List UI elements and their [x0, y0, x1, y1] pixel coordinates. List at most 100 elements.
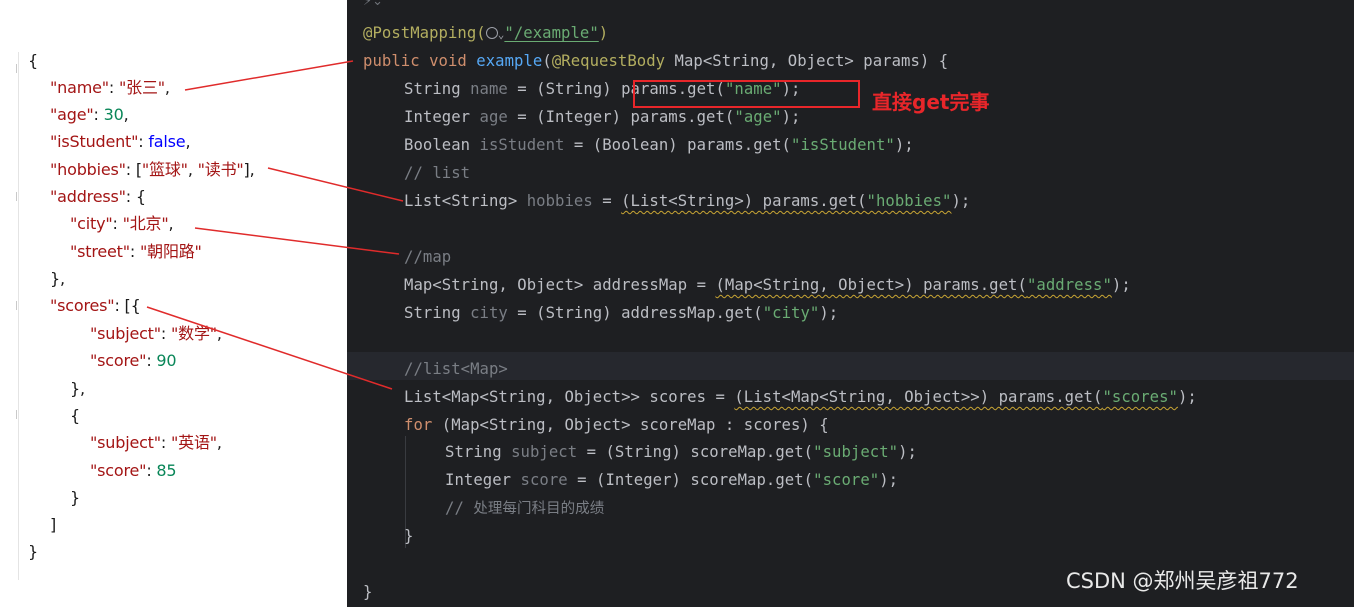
- code-token: = (Boolean) params.get(: [564, 136, 791, 154]
- code-token: );: [951, 192, 971, 210]
- code-line: //list<Map>: [404, 355, 508, 383]
- inlay-hint-icon: ⚡⌄: [363, 0, 384, 9]
- json-value: "北京": [122, 214, 169, 233]
- code-token: "address": [1026, 276, 1112, 294]
- json-line: {: [70, 405, 80, 427]
- json-punct: :: [129, 242, 140, 261]
- code-token: }: [404, 527, 414, 545]
- code-token: //map: [404, 248, 452, 266]
- globe-icon[interactable]: ⌄: [485, 24, 505, 42]
- code-token: 处理每门科目的成绩: [473, 501, 605, 517]
- json-line: }: [70, 487, 80, 509]
- json-line: "name": "张三",: [50, 77, 170, 99]
- json-value: "朝阳路": [140, 242, 202, 261]
- json-punct: }: [70, 488, 80, 507]
- json-punct: },: [70, 379, 85, 398]
- code-line: public void example(@RequestBody Map<Str…: [363, 47, 948, 75]
- json-line: {: [28, 50, 38, 72]
- json-value: "数学": [171, 324, 217, 343]
- json-punct: {: [70, 406, 80, 425]
- json-punct: },: [50, 269, 65, 288]
- code-token: (List<String>) params.get(: [621, 192, 867, 210]
- json-punct: {: [28, 51, 38, 70]
- json-line: "city": "北京",: [70, 213, 174, 235]
- code-token: name: [470, 80, 508, 98]
- json-value: 90: [156, 351, 177, 370]
- mapping-path-link[interactable]: "/example": [504, 24, 598, 42]
- code-token: hobbies: [526, 192, 593, 210]
- code-token: score: [520, 471, 568, 489]
- json-key: "isStudent": [50, 132, 139, 151]
- code-line: }: [363, 578, 372, 606]
- json-line: "isStudent": false,: [50, 131, 191, 153]
- code-token: "score": [813, 471, 880, 489]
- json-key: "score": [90, 461, 147, 480]
- code-line: String city = (String) addressMap.get("c…: [404, 299, 838, 327]
- code-line: @PostMapping(⌄"/example"): [363, 19, 608, 49]
- code-token: example: [476, 52, 543, 70]
- code-token: // list: [404, 164, 471, 182]
- json-punct: ,: [216, 433, 222, 452]
- json-key: "age": [50, 105, 94, 124]
- json-line: "subject": "英语",: [90, 432, 222, 454]
- code-token: );: [819, 304, 839, 322]
- json-gutter-line: [18, 52, 19, 580]
- fold-marker: [16, 192, 21, 201]
- code-token: );: [898, 443, 917, 461]
- json-key: "subject": [90, 324, 161, 343]
- json-punct: :: [138, 132, 149, 151]
- code-token: Boolean: [404, 136, 480, 154]
- code-token: "isStudent": [791, 136, 895, 154]
- json-punct: :: [108, 78, 119, 97]
- code-token: //: [445, 499, 474, 517]
- code-token: String: [445, 443, 512, 461]
- json-punct: ,: [164, 78, 170, 97]
- code-token: );: [781, 108, 801, 126]
- code-token: public: [363, 52, 430, 70]
- code-token: city: [470, 304, 508, 322]
- code-token: = (String) scoreMap.get(: [577, 443, 814, 461]
- code-token: Integer: [445, 471, 521, 489]
- code-token: age: [479, 108, 508, 126]
- code-token: "age": [734, 108, 782, 126]
- code-token: "hobbies": [866, 192, 952, 210]
- json-punct: :: [160, 433, 171, 452]
- json-value: false: [148, 132, 186, 151]
- code-token: List<String>: [404, 192, 527, 210]
- callout-highlight-box: [633, 80, 860, 108]
- code-token: for: [404, 416, 442, 434]
- code-token: "scores": [1102, 388, 1178, 406]
- json-sample-panel: { "name": "张三", "age": 30, "isStudent": fal…: [0, 0, 347, 607]
- json-key: "street": [70, 242, 130, 261]
- json-line: "score": 90: [90, 350, 177, 372]
- fold-marker: [16, 410, 21, 419]
- json-punct: ,: [123, 105, 129, 124]
- code-token: =: [592, 192, 622, 210]
- code-token: @PostMapping(: [363, 24, 486, 42]
- code-token: String: [404, 304, 471, 322]
- code-token: (Map<String, Object>) params.get(: [715, 276, 1027, 294]
- json-line: },: [50, 268, 65, 290]
- code-token: void: [429, 52, 477, 70]
- code-token: = (Integer) scoreMap.get(: [567, 471, 814, 489]
- json-key: "hobbies": [50, 160, 126, 179]
- json-value: 85: [156, 461, 177, 480]
- json-key: "scores": [50, 296, 115, 315]
- code-token: "subject": [813, 443, 899, 461]
- code-line: // 处理每门科目的成绩: [445, 494, 604, 523]
- code-token: );: [1111, 276, 1131, 294]
- fold-marker: [16, 64, 21, 73]
- code-line: for (Map<String, Object> scoreMap : scor…: [404, 411, 829, 439]
- json-line: "age": 30,: [50, 104, 129, 126]
- code-token: subject: [511, 443, 578, 461]
- fold-marker: [16, 301, 21, 310]
- json-key: "subject": [90, 433, 161, 452]
- code-token: Integer: [404, 108, 480, 126]
- json-key: "address": [50, 187, 126, 206]
- code-token: "city": [762, 304, 820, 322]
- json-punct: : {: [125, 187, 146, 206]
- json-line: }: [28, 541, 38, 563]
- code-token: (List<Map<String, Object>>) params.get(: [734, 388, 1103, 406]
- code-token: );: [1177, 388, 1197, 406]
- json-punct: :: [93, 105, 104, 124]
